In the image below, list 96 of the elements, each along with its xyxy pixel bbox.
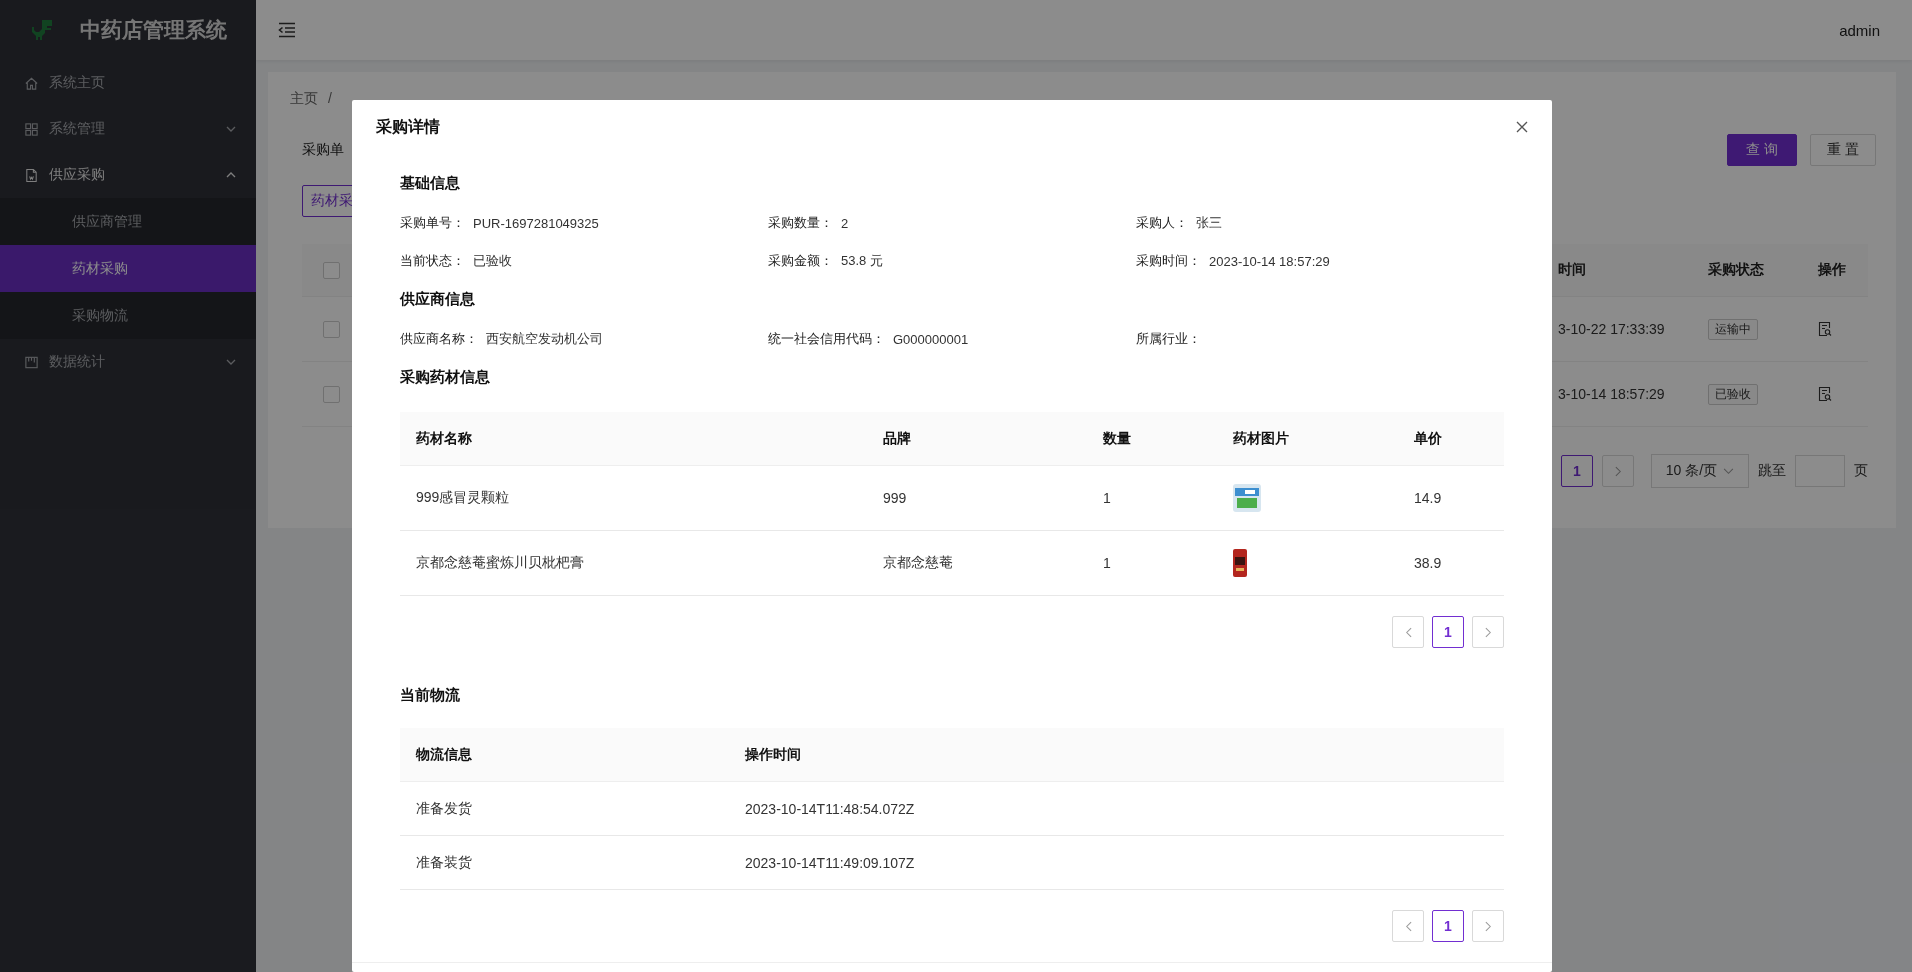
column-header: 单价 xyxy=(1414,429,1442,446)
field-label: 当前状态： xyxy=(400,252,465,270)
table-cell: 999感冒灵颗粒 xyxy=(416,489,510,505)
field-value: 张三 xyxy=(1196,214,1222,232)
column-header: 数量 xyxy=(1103,429,1131,446)
field-value: G000000001 xyxy=(893,331,969,347)
chevron-right-icon xyxy=(1484,626,1492,638)
product-photo-placeholder xyxy=(1233,549,1247,577)
document-icon xyxy=(24,167,39,183)
home-icon xyxy=(24,75,39,91)
table-cell: 38.9 xyxy=(1414,555,1442,571)
table-cell: 1 xyxy=(1103,490,1111,506)
prev-page-button[interactable] xyxy=(1392,910,1424,942)
column-header: 品牌 xyxy=(883,429,911,446)
table-cell-text: 3-10-14 18:57:29 xyxy=(1558,386,1666,402)
sidebar-subitem[interactable]: 药材采购 xyxy=(0,245,256,292)
chart-icon xyxy=(24,354,39,370)
menu-fold-icon[interactable] xyxy=(278,22,296,38)
prev-page-button[interactable] xyxy=(1392,616,1424,648)
view-detail-icon[interactable] xyxy=(1818,321,1832,337)
sidebar-item[interactable]: 数据统计 xyxy=(0,339,256,385)
chevron-right-icon xyxy=(1614,465,1622,477)
field-label: 供应商名称： xyxy=(400,330,478,348)
field-value: 2 xyxy=(841,215,849,231)
section-title: 供应商信息 xyxy=(400,290,476,309)
chevron-left-icon xyxy=(1404,626,1412,638)
checkbox[interactable] xyxy=(323,320,340,338)
field-label: 采购时间： xyxy=(1136,252,1201,270)
next-page-button[interactable] xyxy=(1472,910,1504,942)
sidebar-subitem[interactable]: 供应商管理 xyxy=(0,198,256,245)
field-label: 统一社会信用代码： xyxy=(768,330,885,348)
field-label: 采购人： xyxy=(1136,214,1188,232)
modal-title: 采购详情 xyxy=(376,116,440,137)
sidebar-item[interactable]: 系统管理 xyxy=(0,106,256,152)
chevron-down-icon xyxy=(226,126,236,132)
page-size-select[interactable]: 10 条/页 xyxy=(1651,454,1749,488)
breadcrumb-separator: / xyxy=(328,90,332,108)
view-detail-icon[interactable] xyxy=(1818,386,1832,402)
sidebar-item[interactable]: 供应采购 xyxy=(0,152,256,198)
field-value: PUR-1697281049325 xyxy=(473,215,599,231)
page-suffix: 页 xyxy=(1854,462,1868,480)
table-cell: 1 xyxy=(1103,555,1111,571)
field-value: 西安航空发动机公司 xyxy=(486,330,603,348)
field-value: 53.8 元 xyxy=(841,252,883,270)
column-header: 操作时间 xyxy=(745,745,801,762)
column-header: 采购状态 xyxy=(1708,261,1765,279)
chevron-down-icon xyxy=(1723,467,1735,475)
jump-label: 跳至 xyxy=(1758,462,1786,480)
chevron-down-icon xyxy=(226,359,236,365)
table-cell-text: 3-10-22 17:33:39 xyxy=(1558,321,1666,337)
table-cell: 2023-10-14T11:48:54.072Z xyxy=(745,800,915,817)
reset-button[interactable]: 重 置 xyxy=(1810,134,1876,166)
checkbox[interactable] xyxy=(323,385,340,403)
status-tag: 运输中 xyxy=(1708,318,1758,340)
column-header: 时间 xyxy=(1558,261,1587,279)
page-size-value: 10 条/页 xyxy=(1665,462,1718,480)
table-cell: 准备发货 xyxy=(416,799,472,816)
section-title: 当前物流 xyxy=(400,686,461,705)
table-cell: 京都念慈菴 xyxy=(883,554,953,570)
next-page-button[interactable] xyxy=(1472,616,1504,648)
column-header: 药材图片 xyxy=(1233,429,1289,446)
checkbox[interactable] xyxy=(323,261,340,279)
section-title: 采购药材信息 xyxy=(400,368,491,387)
next-page-button[interactable] xyxy=(1602,455,1634,487)
status-tag: 已验收 xyxy=(1708,383,1758,405)
field-label: 采购单 xyxy=(302,141,344,159)
table-cell: 14.9 xyxy=(1414,490,1442,506)
app-title: 中药店管理系统 xyxy=(80,17,227,43)
search-button[interactable]: 查 询 xyxy=(1727,134,1798,166)
column-header: 操作 xyxy=(1818,261,1847,279)
grid-icon xyxy=(24,121,39,137)
product-photo-placeholder xyxy=(1233,484,1261,512)
table-cell: 京都念慈菴蜜炼川贝枇杷膏 xyxy=(416,554,584,570)
chevron-right-icon xyxy=(1484,920,1492,932)
table-cell: 999 xyxy=(883,490,907,506)
field-value: 2023-10-14 18:57:29 xyxy=(1209,253,1330,269)
field-label: 所属行业： xyxy=(1136,330,1201,348)
sidebar-subitem[interactable]: 采购物流 xyxy=(0,292,256,339)
field-value: 已验收 xyxy=(473,252,512,270)
sidebar-item[interactable]: 系统主页 xyxy=(0,60,256,106)
page-button[interactable]: 1 xyxy=(1561,455,1593,487)
chevron-up-icon xyxy=(226,172,236,178)
column-header: 物流信息 xyxy=(416,745,472,762)
close-icon[interactable] xyxy=(1516,121,1528,133)
field-label: 采购数量： xyxy=(768,214,833,232)
field-label: 采购金额： xyxy=(768,252,833,270)
section-title: 基础信息 xyxy=(400,174,461,193)
username[interactable]: admin xyxy=(1839,21,1880,39)
column-header: 药材名称 xyxy=(416,429,472,446)
table-cell: 2023-10-14T11:49:09.107Z xyxy=(745,854,915,871)
page-button[interactable]: 1 xyxy=(1432,910,1464,942)
table-cell: 准备装货 xyxy=(416,853,472,870)
chevron-left-icon xyxy=(1404,920,1412,932)
page-button[interactable]: 1 xyxy=(1432,616,1464,648)
breadcrumb-link[interactable]: 主页 xyxy=(290,90,318,112)
field-label: 采购单号： xyxy=(400,214,465,232)
